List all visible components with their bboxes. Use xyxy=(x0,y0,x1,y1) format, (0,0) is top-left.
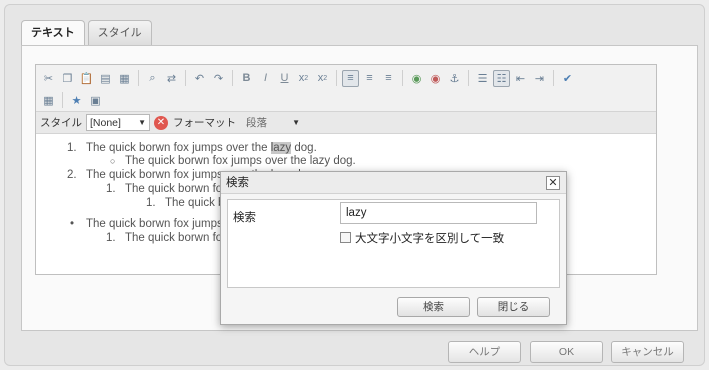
subscript-icon[interactable]: x2 xyxy=(295,70,312,87)
italic-icon[interactable]: I xyxy=(257,70,274,87)
link-icon[interactable]: ◉ xyxy=(408,70,425,87)
paste-text-icon[interactable]: ▤ xyxy=(97,70,114,87)
list-marker: 1. xyxy=(67,142,77,154)
search-input[interactable]: lazy xyxy=(340,202,537,224)
toolbar-separator xyxy=(336,70,337,86)
indent-icon[interactable]: ⇥ xyxy=(531,70,548,87)
close-icon[interactable]: ✕ xyxy=(546,176,560,190)
list-item-text: The quick borwn fox jumps over the xyxy=(86,142,271,154)
list-item-text: dog. xyxy=(291,142,317,154)
format-select[interactable]: 段落 ▼ xyxy=(242,114,304,131)
tab-bar: テキスト スタイル xyxy=(21,20,155,47)
redo-icon[interactable]: ↷ xyxy=(210,70,227,87)
find-button[interactable]: 検索 xyxy=(397,297,470,317)
underline-icon[interactable]: U xyxy=(276,70,293,87)
special-char-icon[interactable]: ★ xyxy=(68,92,85,109)
editor-toolbar: ✂ ❐ 📋 ▤ ▦ ⌕ ⇄ ↶ ↷ B I U x2 x2 ≡ ≡ ≡ ◉ ◉ … xyxy=(36,65,656,112)
replace-icon[interactable]: ⇄ xyxy=(163,70,180,87)
find-dialog: 検索 ✕ 検索 lazy 大文字小文字を区別して一致 検索 閉じる xyxy=(220,171,567,325)
anchor-icon[interactable]: ⚓ xyxy=(446,70,463,87)
list-marker: 1. xyxy=(106,183,116,195)
tab-text[interactable]: テキスト xyxy=(21,20,85,47)
image-icon[interactable]: ▣ xyxy=(87,92,104,109)
undo-icon[interactable]: ↶ xyxy=(191,70,208,87)
bold-icon[interactable]: B xyxy=(238,70,255,87)
match-case-label: 大文字小文字を区別して一致 xyxy=(355,233,505,245)
dialog-title: 検索 xyxy=(221,172,566,194)
clear-style-icon[interactable]: ✕ xyxy=(154,115,168,130)
search-highlight: lazy xyxy=(270,142,292,154)
toolbar-separator xyxy=(402,70,403,86)
style-bar: スタイル [None] ▼ ✕ フォーマット 段落 ▼ xyxy=(36,112,656,134)
superscript-icon[interactable]: x2 xyxy=(314,70,331,87)
list-item: The quick borwn fox jumps over the lazy … xyxy=(86,142,317,154)
list-marker: • xyxy=(70,218,75,230)
outdent-icon[interactable]: ⇤ xyxy=(512,70,529,87)
paste-icon[interactable]: 📋 xyxy=(78,70,95,87)
match-case-checkbox[interactable] xyxy=(340,232,351,243)
toolbar-separator xyxy=(553,70,554,86)
paste-word-icon[interactable]: ▦ xyxy=(116,70,133,87)
chevron-down-icon: ▼ xyxy=(138,118,146,127)
tab-style[interactable]: スタイル xyxy=(87,20,152,46)
cut-icon[interactable]: ✂ xyxy=(40,70,57,87)
list-marker: 2. xyxy=(67,169,77,181)
style-select-value: [None] xyxy=(90,116,121,129)
cancel-button[interactable]: キャンセル xyxy=(611,341,684,363)
list-marker: 1. xyxy=(146,197,156,209)
dialog-body: 検索 lazy 大文字小文字を区別して一致 xyxy=(227,199,560,288)
list-item: The quick borwn fox jumps over the lazy … xyxy=(125,155,356,167)
copy-icon[interactable]: ❐ xyxy=(59,70,76,87)
find-icon[interactable]: ⌕ xyxy=(144,70,161,87)
toolbar-separator xyxy=(185,70,186,86)
spellcheck-icon[interactable]: ✔ xyxy=(559,70,576,87)
align-left-icon[interactable]: ≡ xyxy=(342,69,359,87)
toolbar-separator xyxy=(468,70,469,86)
format-label: フォーマット xyxy=(173,117,236,129)
toolbar-separator xyxy=(138,70,139,86)
numbered-list-icon[interactable]: ☷ xyxy=(493,69,510,87)
style-select[interactable]: [None] ▼ xyxy=(86,114,150,131)
align-right-icon[interactable]: ≡ xyxy=(380,70,397,87)
toolbar-separator xyxy=(62,92,63,108)
toolbar-separator xyxy=(232,70,233,86)
align-center-icon[interactable]: ≡ xyxy=(361,70,378,87)
chevron-down-icon: ▼ xyxy=(292,118,300,127)
search-label: 検索 xyxy=(233,212,256,224)
format-select-value: 段落 xyxy=(246,117,267,129)
dialog-close-button[interactable]: 閉じる xyxy=(477,297,550,317)
help-button[interactable]: ヘルプ xyxy=(448,341,521,363)
style-label: スタイル xyxy=(40,117,82,129)
table-icon[interactable]: ▦ xyxy=(40,92,57,109)
list-marker: ○ xyxy=(110,156,116,166)
bulleted-list-icon[interactable]: ☰ xyxy=(474,70,491,87)
ok-button[interactable]: OK xyxy=(530,341,603,363)
unlink-icon[interactable]: ◉ xyxy=(427,70,444,87)
list-marker: 1. xyxy=(106,232,116,244)
